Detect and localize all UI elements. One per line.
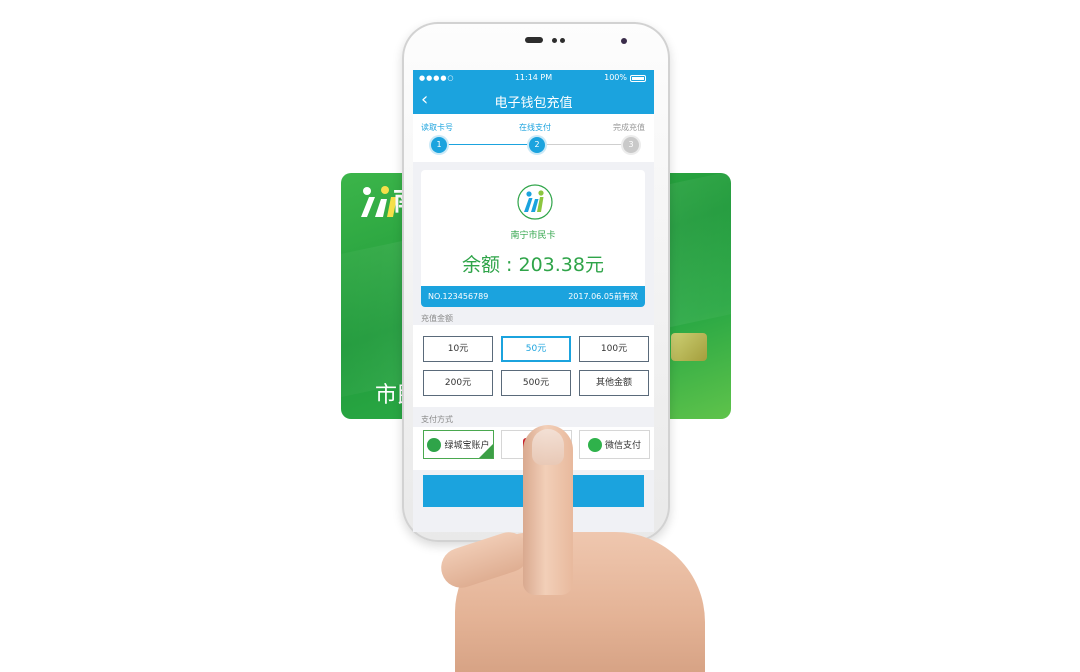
balance-card: 南宁市民卡 余额 : 203.38元 NO.123456789 2017.06.… (421, 170, 645, 307)
step-dot-1: 1 (431, 137, 447, 153)
pay-method-label: 微信支付 (604, 441, 641, 451)
amount-section-label: 充值金额 (421, 314, 453, 323)
balance-amount: 余额 : 203.38元 (462, 254, 604, 276)
selected-corner-icon (479, 444, 493, 458)
amount-option-200[interactable]: 200元 (423, 370, 493, 396)
phone-sensor (552, 38, 557, 43)
phone-speaker (525, 37, 543, 43)
phone-sensor (560, 38, 565, 43)
step-connector (541, 144, 633, 145)
step-label-read-card: 读取卡号 (421, 123, 453, 132)
page-title: 电子钱包充值 (494, 96, 573, 111)
card-number: NO.123456789 (428, 292, 489, 301)
pay-method-lvcheng[interactable]: 绿城宝账户 (423, 430, 494, 459)
amount-option-other[interactable]: 其他金额 (579, 370, 649, 396)
progress-steps: 读取卡号 在线支付 完成充值 1 2 3 (413, 114, 654, 162)
step-connector (439, 144, 541, 145)
nav-bar: ‹ 电子钱包充值 (413, 86, 654, 114)
battery-percent: 100% (604, 73, 627, 82)
amount-option-100[interactable]: 100元 (579, 336, 649, 362)
front-camera (621, 38, 627, 44)
battery-icon (630, 74, 646, 82)
wechat-pay-icon (587, 437, 602, 452)
step-label-complete: 完成充值 (613, 123, 645, 132)
card-valid-date: 2017.06.05前有效 (568, 292, 638, 301)
amount-option-500[interactable]: 500元 (501, 370, 571, 396)
battery-status: 100% (604, 70, 646, 86)
payment-section-label: 支付方式 (421, 415, 453, 424)
step-label-online-pay: 在线支付 (519, 123, 551, 132)
hand-finger (523, 425, 573, 595)
pay-method-wechat[interactable]: 微信支付 (579, 430, 650, 459)
card-info-strip: NO.123456789 2017.06.05前有效 (421, 286, 645, 307)
amount-option-50[interactable]: 50元 (501, 336, 571, 362)
step-dot-2: 2 (529, 137, 545, 153)
card-chip (671, 333, 707, 361)
lvcheng-logo-icon (427, 437, 442, 452)
card-brand-name: 南宁市民卡 (510, 231, 556, 241)
amount-option-10[interactable]: 10元 (423, 336, 493, 362)
finger-nail (532, 429, 564, 465)
citizen-card-logo-icon (517, 184, 553, 220)
amount-options: 10元 50元 100元 200元 500元 其他金额 (413, 325, 654, 407)
status-bar: ●●●●○ 11:14 PM 100% (413, 70, 654, 86)
step-dot-3: 3 (623, 137, 639, 153)
